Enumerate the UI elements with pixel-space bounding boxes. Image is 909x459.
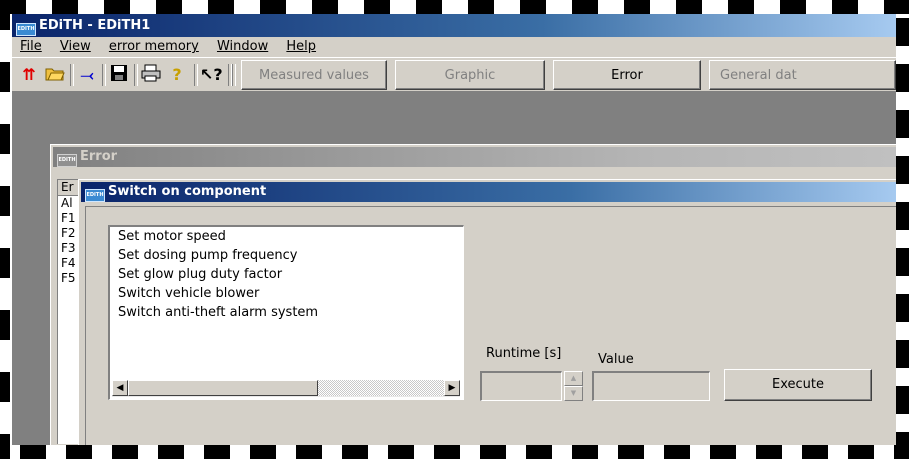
print-icon[interactable] bbox=[140, 64, 162, 86]
component-item-anti-theft[interactable]: Switch anti-theft alarm system bbox=[110, 303, 463, 322]
screenshot-border-left bbox=[0, 0, 10, 459]
screenshot-border-bottom bbox=[0, 445, 909, 459]
open-folder-icon[interactable] bbox=[44, 64, 66, 86]
scroll-left-button[interactable]: ◀ bbox=[112, 380, 128, 396]
component-item-dosing-pump[interactable]: Set dosing pump frequency bbox=[110, 246, 463, 265]
runtime-label: Runtime [s] bbox=[486, 346, 562, 361]
up-arrows-icon[interactable]: ⇈ bbox=[18, 64, 40, 86]
menu-view[interactable]: View bbox=[54, 37, 97, 57]
toolbar-separator bbox=[134, 64, 138, 86]
menu-view-label: View bbox=[59, 39, 91, 54]
context-help-icon[interactable]: ↖? bbox=[200, 64, 223, 86]
switch-window-title: Switch on component bbox=[108, 184, 267, 199]
component-item-glow-plug[interactable]: Set glow plug duty factor bbox=[110, 265, 463, 284]
tab-graphic[interactable]: Graphic bbox=[395, 60, 545, 90]
menu-window[interactable]: Window bbox=[211, 37, 274, 57]
menu-help-label: Help bbox=[286, 39, 317, 54]
save-icon[interactable] bbox=[108, 64, 130, 86]
app-title: EDiTH - EDiTH1 bbox=[39, 18, 151, 33]
runtime-spin-down-button[interactable]: ▼ bbox=[564, 386, 583, 401]
value-label: Value bbox=[598, 352, 634, 367]
menu-bar: File View error memory Window Help bbox=[12, 37, 896, 57]
scroll-right-button[interactable]: ▶ bbox=[444, 380, 460, 396]
runtime-input[interactable] bbox=[480, 371, 562, 401]
switch-window-logo-icon: EDITH bbox=[85, 189, 105, 202]
error-window-logo-icon: EDITH bbox=[57, 154, 77, 167]
menu-file[interactable]: File bbox=[14, 37, 48, 57]
listbox-hscrollbar[interactable]: ◀ ▶ bbox=[112, 380, 460, 397]
component-listbox[interactable]: Set motor speed Set dosing pump frequenc… bbox=[108, 225, 464, 400]
menu-window-label: Window bbox=[216, 39, 269, 54]
value-input[interactable] bbox=[592, 371, 710, 401]
toolbar-separator bbox=[70, 64, 74, 86]
tab-general-data[interactable]: General dat bbox=[709, 60, 896, 90]
app-titlebar[interactable]: EDITH EDiTH - EDiTH1 bbox=[12, 14, 896, 37]
menu-file-label: File bbox=[20, 39, 42, 54]
component-item-motor-speed[interactable]: Set motor speed bbox=[110, 227, 463, 246]
screenshot-border-top bbox=[0, 0, 909, 14]
switch-window-titlebar[interactable]: EDITH Switch on component bbox=[81, 182, 896, 202]
menu-error-memory[interactable]: error memory bbox=[103, 37, 205, 57]
runtime-spin-up-button[interactable]: ▲ bbox=[564, 371, 583, 386]
error-window-titlebar[interactable]: EDITH Error bbox=[53, 147, 896, 167]
menu-error-memory-label: error memory bbox=[108, 39, 199, 54]
toolbar-separator bbox=[102, 64, 106, 86]
tab-measured-values[interactable]: Measured values bbox=[241, 60, 387, 90]
component-item-vehicle-blower[interactable]: Switch vehicle blower bbox=[110, 284, 463, 303]
help-icon[interactable]: ? bbox=[166, 64, 188, 86]
screenshot-border-right bbox=[896, 0, 909, 459]
toolbar-separator bbox=[194, 64, 198, 86]
toolbar: ⇈ ⤙ ? ↖? Measured values Graphic Error G… bbox=[12, 57, 896, 92]
error-window-title: Error bbox=[80, 149, 118, 164]
scroll-thumb[interactable] bbox=[128, 380, 318, 396]
tab-error[interactable]: Error bbox=[553, 60, 701, 90]
app-window: EDITH EDiTH - EDiTH1 File View error memo… bbox=[12, 14, 896, 445]
app-logo-icon: EDITH bbox=[16, 23, 36, 36]
execute-button[interactable]: Execute bbox=[724, 369, 872, 401]
toolbar-separator bbox=[232, 64, 236, 86]
connect-icon[interactable]: ⤙ bbox=[76, 64, 98, 86]
menu-help[interactable]: Help bbox=[280, 37, 322, 57]
scroll-track[interactable] bbox=[318, 380, 444, 396]
